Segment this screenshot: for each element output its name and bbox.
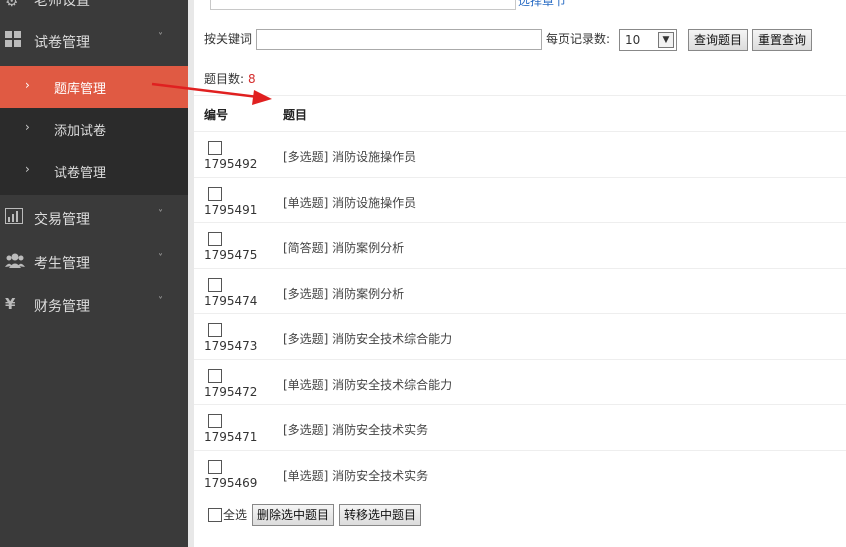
question-id: 1795469 [204, 475, 258, 490]
select-all-label: 全选 [223, 508, 248, 522]
move-selected-button[interactable]: 转移选中题目 [339, 504, 421, 526]
sidebar-subitem-question-bank[interactable]: › 题库管理 [0, 66, 188, 108]
sidebar-subitem-exam-management[interactable]: › 试卷管理 [0, 150, 188, 192]
chevron-down-icon: ˅ [158, 253, 163, 264]
sidebar: ⚙ 老师设置 试卷管理 ˅ › 题库管理 › 添加试卷 › 试卷管理 交易管理 … [0, 0, 188, 547]
delete-selected-button[interactable]: 删除选中题目 [252, 504, 334, 526]
row-checkbox[interactable] [208, 141, 222, 155]
row-checkbox[interactable] [208, 459, 222, 474]
sidebar-item-exam-management[interactable]: 试卷管理 ˅ [0, 22, 188, 62]
page-size-select[interactable]: 10 ▼ [619, 29, 677, 51]
question-title[interactable]: [多选题] 消防设施操作员 [283, 148, 416, 165]
question-id: 1795491 [204, 202, 258, 217]
sidebar-item-finance[interactable]: ¥ 财务管理 ˅ [0, 286, 188, 326]
question-id: 1795474 [204, 293, 258, 308]
select-chapter-link[interactable]: 选择章节 [518, 0, 566, 9]
sidebar-item-teacher-settings[interactable]: ⚙ 老师设置 [0, 0, 188, 12]
table-row[interactable]: 1795472 [单选题] 消防安全技术综合能力 [194, 358, 846, 406]
question-id: 1795492 [204, 157, 258, 171]
chevron-right-icon: › [25, 78, 30, 92]
row-checkbox[interactable] [208, 323, 222, 337]
sidebar-item-transactions[interactable]: 交易管理 ˅ [0, 199, 188, 239]
query-button[interactable]: 查询题目 [688, 29, 748, 51]
sidebar-subitem-add-exam[interactable]: › 添加试卷 [0, 108, 188, 150]
table-row[interactable]: 1795475 [简答题] 消防案例分析 [194, 222, 846, 269]
reset-button[interactable]: 重置查询 [752, 29, 812, 51]
question-id: 1795471 [204, 430, 258, 444]
question-title[interactable]: [简答题] 消防案例分析 [283, 239, 404, 256]
table-row[interactable]: 1795469 [单选题] 消防安全技术实务 [194, 449, 846, 497]
chevron-right-icon: › [25, 162, 30, 176]
question-title[interactable]: [多选题] 消防安全技术实务 [283, 421, 428, 438]
question-id: 1795473 [204, 339, 258, 353]
page-size-label: 每页记录数: [546, 32, 611, 46]
row-checkbox[interactable] [208, 277, 222, 292]
chapter-input[interactable] [210, 0, 516, 10]
table-row[interactable]: 1795491 [单选题] 消防设施操作员 [194, 176, 846, 224]
yen-icon: ¥ [5, 295, 16, 313]
question-title[interactable]: [多选题] 消防安全技术综合能力 [283, 330, 452, 347]
sidebar-item-students[interactable]: 考生管理 ˅ [0, 243, 188, 283]
table-row[interactable]: 1795492 [多选题] 消防设施操作员 [194, 131, 846, 178]
row-checkbox[interactable] [208, 232, 222, 246]
row-checkbox[interactable] [208, 368, 222, 383]
chevron-down-icon: ˅ [158, 32, 163, 43]
grid-icon [5, 31, 21, 51]
users-icon [5, 252, 25, 272]
question-id: 1795472 [204, 384, 258, 399]
table-row[interactable]: 1795471 [多选题] 消防安全技术实务 [194, 404, 846, 451]
count-value: 8 [248, 72, 256, 86]
question-count: 题目数: 8 [204, 72, 256, 86]
keyword-label: 按关键词 [204, 32, 253, 46]
column-header-id: 编号 [204, 108, 229, 122]
chevron-down-icon: ▼ [658, 32, 674, 48]
table-row[interactable]: 1795473 [多选题] 消防安全技术综合能力 [194, 313, 846, 360]
chevron-right-icon: › [25, 120, 30, 134]
chevron-down-icon: ˅ [158, 209, 163, 220]
column-header-title: 题目 [283, 108, 308, 122]
question-title[interactable]: [单选题] 消防安全技术综合能力 [283, 376, 452, 393]
select-all-checkbox[interactable] [208, 508, 222, 522]
keyword-input[interactable] [256, 29, 542, 50]
settings-icon: ⚙ [5, 0, 19, 10]
question-title[interactable]: [多选题] 消防案例分析 [283, 285, 404, 302]
row-checkbox[interactable] [208, 186, 222, 201]
table-row[interactable]: 1795474 [多选题] 消防案例分析 [194, 267, 846, 315]
question-id: 1795475 [204, 248, 258, 262]
row-checkbox[interactable] [208, 414, 222, 428]
chart-icon [5, 208, 23, 228]
question-title[interactable]: [单选题] 消防安全技术实务 [283, 467, 428, 484]
question-title[interactable]: [单选题] 消防设施操作员 [283, 194, 416, 211]
chevron-down-icon: ˅ [158, 296, 163, 307]
main-content: 选择章节 按关键词 每页记录数: 10 ▼ 查询题目 重置查询 题目数: 8 编号… [194, 0, 846, 547]
